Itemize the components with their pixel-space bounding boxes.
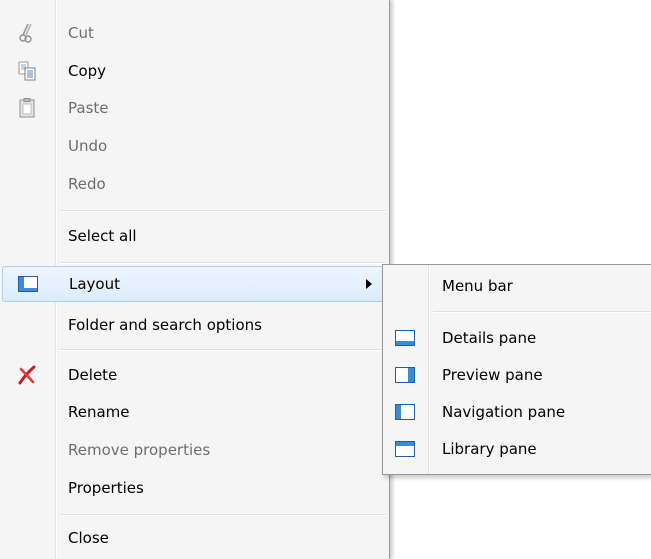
submenu-item-details-pane[interactable]: Details pane: [385, 320, 650, 356]
details-pane-icon: [394, 327, 416, 349]
menu-item-label: Redo: [68, 175, 106, 193]
menu-separator: [60, 210, 386, 212]
menu-item-label: Remove properties: [68, 441, 211, 459]
menu-separator: [60, 514, 386, 516]
submenu-arrow-icon: [366, 279, 372, 289]
menu-item-label: Layout: [69, 275, 120, 293]
submenu-item-label: Menu bar: [442, 277, 513, 295]
menu-item-label: Close: [68, 529, 109, 547]
menu-item-label: Delete: [68, 366, 118, 384]
menu-item-paste: Paste: [2, 90, 386, 126]
menu-item-close[interactable]: Close: [2, 520, 386, 556]
menu-item-label: Undo: [68, 137, 108, 155]
menu-item-label: Properties: [68, 479, 144, 497]
submenu-separator: [433, 311, 651, 313]
submenu-item-menu-bar[interactable]: Menu bar: [385, 268, 650, 304]
navigation-pane-icon: [394, 401, 416, 423]
paste-icon: [16, 97, 38, 119]
menu-item-cut: Cut: [2, 15, 386, 51]
menu-item-label: Select all: [68, 227, 137, 245]
layout-submenu: Menu bar Details pane Preview pane Navig…: [382, 264, 651, 475]
menu-separator: [60, 349, 386, 351]
menu-separator: [60, 262, 386, 264]
delete-x-icon: [16, 364, 38, 386]
menu-item-delete[interactable]: Delete: [2, 357, 386, 393]
menu-item-layout[interactable]: Layout: [2, 266, 386, 302]
menu-item-label: Copy: [68, 62, 107, 80]
submenu-item-label: Preview pane: [442, 366, 543, 384]
submenu-item-label: Details pane: [442, 329, 537, 347]
library-pane-icon: [394, 438, 416, 460]
submenu-item-label: Library pane: [442, 440, 537, 458]
context-menu: Cut Copy Paste Undo Redo Select all Layo…: [0, 0, 390, 559]
copy-icon: [16, 60, 38, 82]
submenu-item-label: Navigation pane: [442, 403, 566, 421]
menu-item-label: Rename: [68, 403, 130, 421]
menu-item-label: Folder and search options: [68, 316, 262, 334]
menu-item-rename[interactable]: Rename: [2, 394, 386, 430]
menu-item-copy[interactable]: Copy: [2, 53, 386, 89]
scissors-icon: [16, 22, 38, 44]
menu-item-properties[interactable]: Properties: [2, 470, 386, 506]
layout-icon: [17, 273, 39, 295]
menu-item-select-all[interactable]: Select all: [2, 218, 386, 254]
submenu-item-navigation-pane[interactable]: Navigation pane: [385, 394, 650, 430]
screen: Cut Copy Paste Undo Redo Select all Layo…: [0, 0, 651, 559]
submenu-item-library-pane[interactable]: Library pane: [385, 431, 650, 467]
menu-item-remove-properties: Remove properties: [2, 432, 386, 468]
menu-item-label: Paste: [68, 99, 109, 117]
submenu-item-preview-pane[interactable]: Preview pane: [385, 357, 650, 393]
menu-item-folder-search-options[interactable]: Folder and search options: [2, 307, 386, 343]
menu-item-redo: Redo: [2, 166, 386, 202]
preview-pane-icon: [394, 364, 416, 386]
menu-item-undo: Undo: [2, 128, 386, 164]
menu-item-label: Cut: [68, 24, 94, 42]
